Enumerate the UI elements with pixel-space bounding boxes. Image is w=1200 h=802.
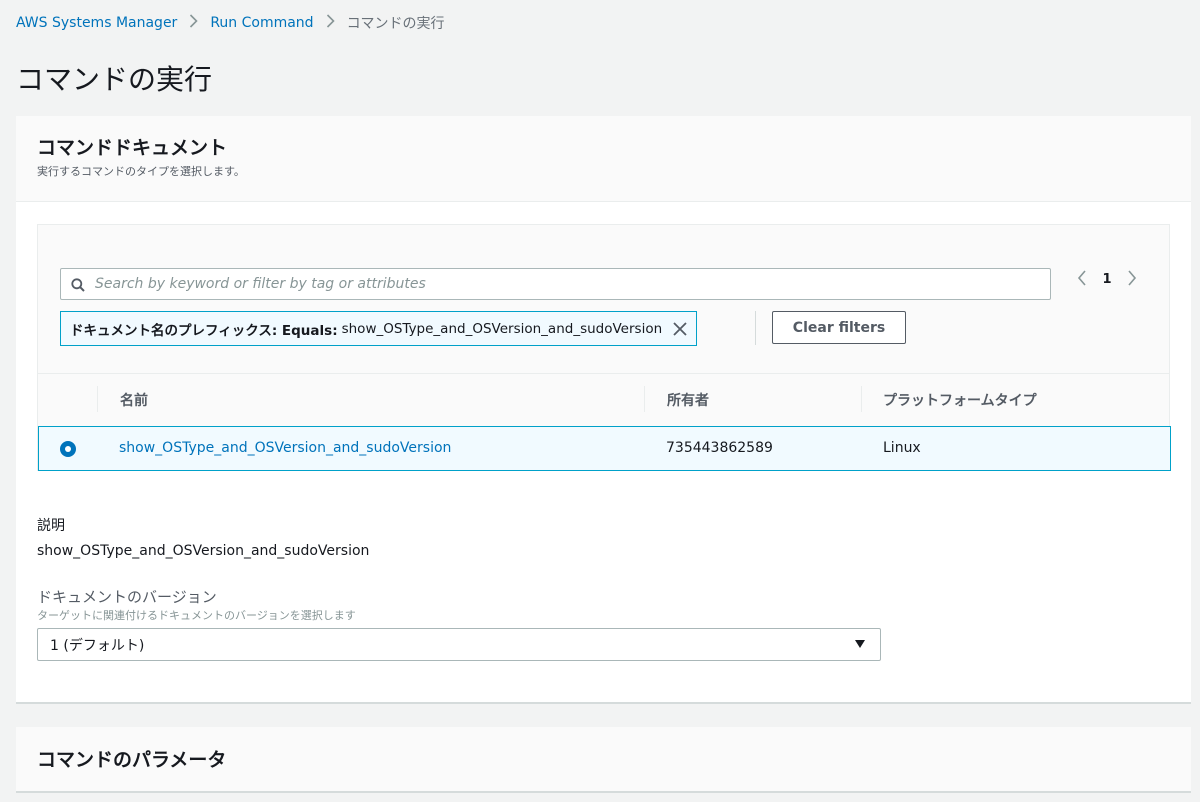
- page-title: コマンドの実行: [16, 63, 213, 96]
- panel-description: 実行するコマンドのタイプを選択します。: [37, 165, 245, 178]
- search-input[interactable]: [95, 276, 1035, 292]
- breadcrumb-run-command[interactable]: Run Command: [210, 15, 313, 31]
- breadcrumb: AWS Systems Manager Run Command コマンドの実行: [16, 13, 445, 33]
- search-icon: [71, 277, 85, 292]
- pagination: 1: [1072, 267, 1142, 291]
- divider: [755, 311, 756, 345]
- description-value: show_OSType_and_OSVersion_and_sudoVersio…: [37, 543, 370, 559]
- command-parameters-panel: コマンドのパラメータ: [16, 727, 1191, 793]
- platform-cell: Linux: [883, 440, 921, 456]
- panel-title: コマンドドキュメント: [37, 137, 228, 159]
- search-bar[interactable]: [60, 268, 1051, 300]
- chevron-right-icon: [189, 14, 198, 32]
- version-label: ドキュメントのバージョン: [37, 588, 217, 606]
- row-radio-button[interactable]: [60, 441, 76, 457]
- chevron-right-icon: [326, 14, 335, 32]
- filter-key: ドキュメント名のプレフィックス: Equals:: [70, 322, 338, 339]
- clear-filters-button[interactable]: Clear filters: [772, 311, 906, 344]
- version-select-value: 1 (デフォルト): [50, 637, 145, 654]
- chevron-right-icon[interactable]: [1122, 267, 1142, 291]
- panel-title: コマンドのパラメータ: [37, 749, 227, 771]
- table-row[interactable]: show_OSType_and_OSVersion_and_sudoVersio…: [38, 426, 1171, 471]
- column-owner[interactable]: 所有者: [667, 390, 709, 410]
- close-icon[interactable]: [672, 321, 688, 337]
- version-select[interactable]: 1 (デフォルト): [37, 628, 881, 661]
- document-name-link[interactable]: show_OSType_and_OSVersion_and_sudoVersio…: [119, 440, 451, 456]
- description-label: 説明: [37, 518, 65, 534]
- filter-value: show_OSType_and_OSVersion_and_sudoVersio…: [341, 320, 663, 337]
- panel-header: コマンドドキュメント 実行するコマンドのタイプを選択します。: [16, 116, 1191, 202]
- column-divider: [97, 386, 98, 412]
- breadcrumb-systems-manager[interactable]: AWS Systems Manager: [16, 15, 177, 31]
- panel-header: コマンドのパラメータ: [16, 727, 1191, 791]
- chevron-left-icon[interactable]: [1072, 267, 1092, 291]
- document-table: 1 ドキュメント名のプレフィックス: Equals: show_OSType_a…: [37, 224, 1171, 471]
- owner-cell: 735443862589: [666, 440, 773, 456]
- caret-down-icon: [854, 638, 866, 650]
- command-document-panel: コマンドドキュメント 実行するコマンドのタイプを選択します。 1 ドキュメント名…: [16, 116, 1191, 704]
- version-hint: ターゲットに関連付けるドキュメントのバージョンを選択します: [37, 609, 356, 622]
- breadcrumb-current: コマンドの実行: [346, 16, 445, 32]
- column-name[interactable]: 名前: [120, 390, 148, 410]
- column-platform[interactable]: プラットフォームタイプ: [883, 390, 1037, 410]
- column-divider: [644, 386, 645, 412]
- column-divider: [861, 386, 862, 412]
- filter-token: ドキュメント名のプレフィックス: Equals: show_OSType_and…: [60, 311, 698, 346]
- page-number[interactable]: 1: [1092, 272, 1122, 287]
- table-header: 名前 所有者 プラットフォームタイプ: [38, 373, 1169, 425]
